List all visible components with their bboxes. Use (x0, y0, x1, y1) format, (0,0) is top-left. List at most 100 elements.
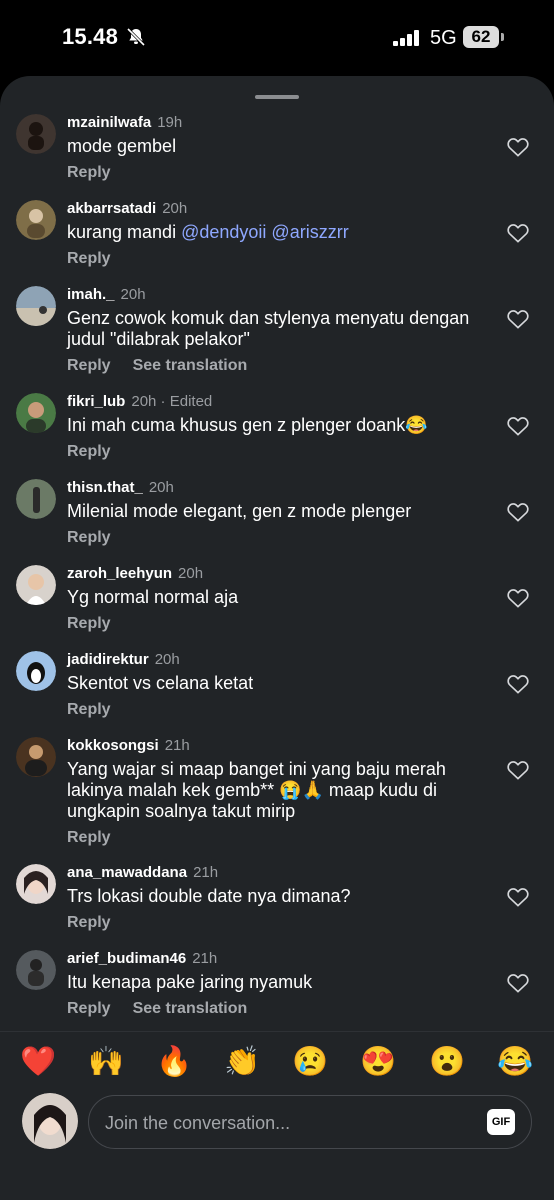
avatar[interactable] (16, 479, 56, 519)
avatar[interactable] (16, 864, 56, 904)
avatar[interactable] (16, 286, 56, 326)
comment-text: Itu kenapa pake jaring nyamuk (67, 972, 313, 992)
comment-header: thisn.that_ 20h (67, 479, 174, 496)
time-ago: 19h (157, 114, 183, 131)
username[interactable]: fikri_lub (67, 393, 125, 410)
signal-icon (393, 30, 419, 46)
reaction-heart-eyes[interactable]: 😍 (358, 1045, 398, 1079)
avatar[interactable] (16, 651, 56, 691)
comments-sheet: mzainilwafa 19h mode gembel Reply akbarrs… (0, 76, 554, 1200)
time-ago: 20h · Edited (131, 393, 213, 410)
avatar[interactable] (16, 200, 56, 240)
heart-icon[interactable] (507, 502, 529, 522)
username[interactable]: zaroh_leehyun (67, 565, 172, 582)
bell-slash-icon (126, 27, 146, 47)
heart-icon[interactable] (507, 760, 529, 780)
comment-header: imah._ 20h (67, 286, 146, 303)
avatar[interactable] (16, 737, 56, 777)
my-avatar[interactable] (22, 1093, 78, 1149)
comment-input[interactable]: Join the conversation... GIF (88, 1095, 532, 1149)
heart-icon[interactable] (507, 309, 529, 329)
username[interactable]: mzainilwafa (67, 114, 151, 131)
comment-header: mzainilwafa 19h (67, 114, 182, 131)
battery-indicator: 62 (463, 26, 499, 48)
heart-icon[interactable] (507, 887, 529, 907)
comment-header: jadidirektur 20h (67, 651, 180, 668)
comment-text: Yang wajar si maap banget ini yang baju … (67, 759, 446, 821)
username[interactable]: ana_mawaddana (67, 864, 187, 881)
comment-actions: Reply (67, 914, 111, 932)
comment-text: Milenial mode elegant, gen z mode plenge… (67, 501, 412, 521)
reply-button[interactable]: Reply (67, 357, 111, 374)
username[interactable]: jadidirektur (67, 651, 149, 668)
status-time: 15.48 (62, 24, 119, 49)
reply-button[interactable]: Reply (67, 1000, 111, 1017)
username[interactable]: kokkosongsi (67, 737, 159, 754)
reaction-bar: ❤️ 🙌 🔥 👏 😢 😍 😮 😂 (0, 1031, 554, 1092)
reply-button[interactable]: Reply (67, 829, 111, 846)
username[interactable]: arief_budiman46 (67, 950, 186, 967)
comment-actions: Reply See translation (67, 357, 247, 375)
reaction-fire[interactable]: 🔥 (154, 1045, 194, 1079)
comment-input-placeholder: Join the conversation... (105, 1113, 291, 1133)
username[interactable]: thisn.that_ (67, 479, 143, 496)
see-translation-button[interactable]: See translation (133, 357, 248, 374)
time-ago: 21h (164, 737, 190, 754)
reply-button[interactable]: Reply (67, 701, 111, 718)
comment-actions: Reply (67, 164, 111, 182)
comment-actions: Reply See translation (67, 1000, 247, 1018)
comment-actions: Reply (67, 615, 111, 633)
comment-header: kokkosongsi 21h (67, 737, 190, 754)
battery-cap (501, 33, 504, 41)
time-ago: 21h (193, 864, 219, 881)
time-ago: 20h (162, 200, 188, 217)
reply-button[interactable]: Reply (67, 529, 111, 546)
avatar[interactable] (16, 565, 56, 605)
reply-button[interactable]: Reply (67, 164, 111, 181)
gif-button[interactable]: GIF (487, 1109, 515, 1135)
comment-header: zaroh_leehyun 20h (67, 565, 203, 582)
comment-actions: Reply (67, 701, 111, 719)
comment-actions: Reply (67, 829, 111, 847)
comment-header: fikri_lub 20h · Edited (67, 393, 212, 410)
heart-icon[interactable] (507, 674, 529, 694)
comment-text: Skentot vs celana ketat (67, 673, 254, 693)
comment-text: Yg normal normal aja (67, 587, 239, 607)
avatar[interactable] (16, 393, 56, 433)
reaction-cry[interactable]: 😢 (290, 1045, 330, 1079)
reaction-laugh[interactable]: 😂 (495, 1045, 535, 1079)
avatar[interactable] (16, 114, 56, 154)
username[interactable]: imah._ (67, 286, 115, 303)
time-ago: 21h (192, 950, 218, 967)
heart-icon[interactable] (507, 137, 529, 157)
reply-button[interactable]: Reply (67, 914, 111, 931)
reply-button[interactable]: Reply (67, 615, 111, 632)
mention-link[interactable]: @dendyoii (181, 222, 266, 242)
username[interactable]: akbarrsatadi (67, 200, 156, 217)
reaction-heart[interactable]: ❤️ (18, 1045, 58, 1079)
mention-link[interactable]: @ariszzrr (271, 222, 348, 242)
reply-button[interactable]: Reply (67, 443, 111, 460)
time-ago: 20h (154, 651, 180, 668)
see-translation-button[interactable]: See translation (133, 1000, 248, 1017)
sheet-grabber[interactable] (255, 95, 299, 99)
heart-icon[interactable] (507, 973, 529, 993)
comment-text: kurang mandi @dendyoii @ariszzrr (67, 222, 487, 243)
reply-button[interactable]: Reply (67, 250, 111, 267)
comment-header: arief_budiman46 21h (67, 950, 217, 967)
heart-icon[interactable] (507, 223, 529, 243)
comment-text-prefix: kurang mandi (67, 222, 182, 242)
comment-actions: Reply (67, 529, 111, 547)
status-bar: 15.48 5G 62 (0, 0, 554, 76)
heart-icon[interactable] (507, 416, 529, 436)
comment-actions: Reply (67, 443, 111, 461)
reaction-clap[interactable]: 👏 (222, 1045, 262, 1079)
comment-actions: Reply (67, 250, 111, 268)
heart-icon[interactable] (507, 588, 529, 608)
comment-header: akbarrsatadi 20h (67, 200, 187, 217)
reaction-surprised[interactable]: 😮 (427, 1045, 467, 1079)
comment-text: Ini mah cuma khusus gen z plenger doank😂 (67, 415, 428, 435)
reaction-raised-hands[interactable]: 🙌 (86, 1045, 126, 1079)
avatar[interactable] (16, 950, 56, 990)
comment-text: Trs lokasi double date nya dimana? (67, 886, 351, 906)
